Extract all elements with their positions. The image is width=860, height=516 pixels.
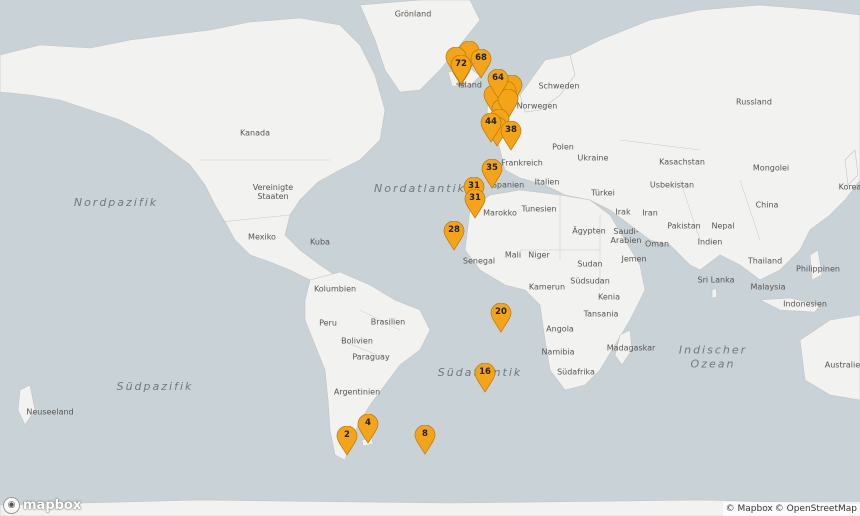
country-label-italien: Italien bbox=[534, 177, 560, 187]
marker-count: 31 bbox=[469, 193, 481, 203]
country-label-suedsudan: Südsudan bbox=[570, 276, 610, 286]
country-label-nepal: Nepal bbox=[711, 221, 735, 231]
ocean-label-nordpazifik: Nordpazifik bbox=[73, 195, 159, 209]
country-label-oman: Oman bbox=[644, 239, 670, 249]
country-label-jemen: Jemen bbox=[621, 254, 647, 264]
country-label-indonesien: Indonesien bbox=[783, 299, 827, 309]
mapbox-logo-text: mapbox bbox=[23, 497, 82, 513]
country-label-paraguay: Paraguay bbox=[352, 352, 390, 362]
ocean-label-indischer: Indischer Ozean bbox=[678, 343, 748, 371]
country-label-bolivien: Bolivien bbox=[341, 336, 373, 346]
map-marker-38[interactable]: 38 bbox=[500, 121, 522, 151]
country-label-kamerun: Kamerun bbox=[528, 282, 566, 292]
map-marker-31[interactable]: 31 bbox=[464, 189, 486, 219]
country-label-mongolei: Mongolei bbox=[752, 163, 790, 173]
country-label-tuerkei: Türkei bbox=[591, 188, 615, 198]
country-label-saudi: Saudi- Arabien bbox=[610, 227, 642, 245]
country-label-usa: Vereinigte Staaten bbox=[252, 183, 294, 201]
country-label-peru: Peru bbox=[319, 318, 337, 328]
country-label-suedafrika: Südafrika bbox=[557, 367, 595, 377]
marker-count: 2 bbox=[344, 430, 350, 440]
country-label-niger: Niger bbox=[528, 250, 550, 260]
map-marker-16[interactable]: 16 bbox=[474, 363, 496, 393]
country-label-china: China bbox=[755, 200, 779, 210]
attribution-osm-link[interactable]: © OpenStreetMap bbox=[775, 504, 857, 514]
country-label-korea: Korea bbox=[838, 182, 860, 192]
country-label-madagaskar: Madagaskar bbox=[606, 343, 656, 353]
map-marker-72[interactable]: 72 bbox=[450, 55, 472, 85]
attribution-mapbox-link[interactable]: © Mapbox bbox=[726, 504, 773, 514]
country-label-irak: Irak bbox=[615, 207, 631, 217]
country-label-kolumbien: Kolumbien bbox=[313, 284, 357, 294]
mapbox-icon: ◉ bbox=[3, 496, 20, 514]
country-label-australien: Australien bbox=[824, 360, 860, 370]
country-label-tansania: Tansania bbox=[583, 309, 619, 319]
ocean-label-nordatlantik: Nordatlantik bbox=[373, 181, 467, 195]
country-label-philippinen: Philippinen bbox=[795, 264, 841, 274]
country-label-frankreich: Frankreich bbox=[501, 158, 543, 168]
country-label-aegypten: Ägypten bbox=[572, 226, 606, 236]
country-label-thailand: Thailand bbox=[747, 256, 783, 266]
map-marker-4[interactable]: 4 bbox=[357, 414, 379, 444]
country-label-kanada: Kanada bbox=[240, 128, 270, 138]
map-marker-64[interactable]: 64 bbox=[487, 69, 509, 99]
marker-count: 38 bbox=[505, 125, 517, 135]
country-label-russland: Russland bbox=[736, 97, 772, 107]
marker-count: 72 bbox=[455, 59, 467, 69]
marker-count: 44 bbox=[485, 117, 497, 127]
country-label-namibia: Namibia bbox=[541, 347, 575, 357]
map-marker-2[interactable]: 2 bbox=[336, 426, 358, 456]
country-label-schweden: Schweden bbox=[538, 81, 580, 91]
country-label-polen: Polen bbox=[552, 142, 574, 152]
map-marker-8[interactable]: 8 bbox=[414, 425, 436, 455]
country-label-argentinien: Argentinien bbox=[333, 387, 381, 397]
country-label-mexiko: Mexiko bbox=[248, 232, 276, 242]
marker-count: 8 bbox=[422, 429, 428, 439]
country-label-kasachstan: Kasachstan bbox=[659, 157, 705, 167]
country-label-neuseeland: Neuseeland bbox=[26, 407, 74, 417]
map-marker-20[interactable]: 20 bbox=[490, 303, 512, 333]
country-label-angola: Angola bbox=[546, 324, 574, 334]
country-label-pakistan: Pakistan bbox=[667, 221, 701, 231]
country-label-brasilien: Brasilien bbox=[370, 317, 406, 327]
world-map[interactable]: Grönland Kanada Vereinigte Staaten Mexik… bbox=[0, 0, 860, 516]
attribution: © Mapbox © OpenStreetMap bbox=[722, 502, 860, 516]
country-label-ukraine: Ukraine bbox=[577, 153, 609, 163]
country-label-marokko: Marokko bbox=[483, 208, 517, 218]
marker-count: 16 bbox=[479, 367, 491, 377]
country-label-indien: Indien bbox=[697, 237, 723, 247]
country-label-srilanka: Sri Lanka bbox=[697, 275, 735, 285]
marker-count: 64 bbox=[492, 73, 504, 83]
marker-count: 68 bbox=[475, 53, 487, 63]
country-label-kuba: Kuba bbox=[310, 237, 330, 247]
country-label-usbekistan: Usbekistan bbox=[649, 180, 695, 190]
marker-count: 35 bbox=[486, 163, 498, 173]
map-marker-28[interactable]: 28 bbox=[443, 221, 465, 251]
country-label-groenland: Grönland bbox=[394, 9, 432, 19]
country-label-senegal: Senegal bbox=[462, 256, 496, 266]
country-label-sudan: Sudan bbox=[577, 259, 603, 269]
marker-count: 20 bbox=[495, 307, 507, 317]
country-label-malaysia: Malaysia bbox=[750, 282, 786, 292]
country-label-iran: Iran bbox=[642, 208, 658, 218]
ocean-label-suedpazifik: Südpazifik bbox=[116, 379, 194, 393]
mapbox-logo[interactable]: ◉ mapbox bbox=[3, 496, 81, 514]
marker-count: 4 bbox=[365, 418, 371, 428]
marker-count: 28 bbox=[448, 225, 460, 235]
country-label-mali: Mali bbox=[504, 250, 522, 260]
country-label-tunesien: Tunesien bbox=[521, 204, 557, 214]
map-marker-44[interactable]: 44 bbox=[480, 113, 502, 143]
country-label-kenia: Kenia bbox=[598, 292, 620, 302]
